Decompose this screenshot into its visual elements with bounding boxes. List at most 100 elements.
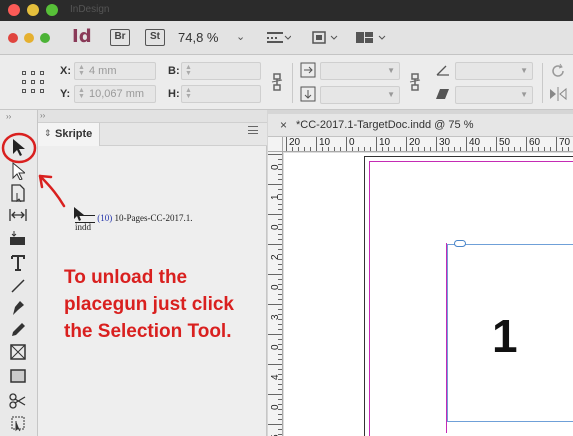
minimize-document-button[interactable] xyxy=(24,33,34,43)
rotate-clockwise-icon[interactable] xyxy=(550,63,566,79)
ruler-minor-tick xyxy=(532,147,533,151)
page-tool-icon[interactable] xyxy=(6,183,30,203)
ruler-minor-tick xyxy=(278,319,282,320)
width-stepper-icon[interactable]: ▲ ▼ xyxy=(185,64,192,77)
ruler-minor-tick xyxy=(278,379,282,380)
shear-angle-icon xyxy=(436,89,449,99)
panel-dock-bar: ›› xyxy=(38,110,267,123)
tab-skripte[interactable]: ⇕ Skripte xyxy=(38,123,100,146)
ruler-minor-tick xyxy=(278,164,282,165)
line-tool-icon[interactable] xyxy=(6,276,30,296)
close-window-button[interactable] xyxy=(8,4,20,16)
rectangle-frame-tool-icon[interactable] xyxy=(6,342,30,362)
arrange-documents-icon[interactable] xyxy=(354,29,388,46)
ruler-minor-tick xyxy=(278,234,282,235)
content-collector-icon[interactable] xyxy=(6,228,30,248)
ruler-major-tick xyxy=(406,137,407,151)
sort-arrows-icon: ⇕ xyxy=(44,128,52,138)
shear-angle-dropdown[interactable]: ▼ xyxy=(455,86,533,104)
vertical-ruler[interactable]: 0102030405 xyxy=(268,152,283,436)
ruler-minor-tick xyxy=(278,359,282,360)
bridge-button[interactable]: Br xyxy=(110,29,130,46)
y-position-field[interactable]: ▲ ▼ 10,067 mm xyxy=(74,85,156,103)
horizontal-ruler[interactable]: 20 10 0 10 20 30 40 50 60 70 xyxy=(283,137,573,152)
panel-menu-icon[interactable] xyxy=(248,126,258,134)
ruler-minor-tick xyxy=(442,147,443,151)
ruler-origin[interactable] xyxy=(268,137,283,152)
reference-point-icon[interactable] xyxy=(22,71,44,93)
y-stepper-icon[interactable]: ▲ ▼ xyxy=(78,87,85,100)
indesign-logo: Id xyxy=(72,26,92,47)
zoom-level[interactable]: 74,8 % xyxy=(178,30,218,45)
height-stepper-icon[interactable]: ▲ ▼ xyxy=(185,87,192,100)
ruler-minor-tick xyxy=(334,147,335,151)
view-options-icon[interactable] xyxy=(265,29,291,46)
ruler-minor-tick xyxy=(278,429,282,430)
ruler-minor-tick xyxy=(278,159,282,160)
height-field[interactable]: ▲ ▼ xyxy=(181,85,261,103)
ruler-minor-tick xyxy=(520,147,521,151)
ruler-minor-tick xyxy=(278,329,282,330)
control-divider xyxy=(542,63,543,103)
ruler-minor-tick xyxy=(278,284,282,285)
application-bar: Id Br St 74,8 % ⌄ xyxy=(0,21,573,55)
ruler-minor-tick xyxy=(278,204,282,205)
zoom-window-button[interactable] xyxy=(46,4,58,16)
free-transform-tool-icon[interactable] xyxy=(6,413,30,433)
width-label: B: xyxy=(168,65,180,77)
close-tab-icon[interactable]: × xyxy=(280,118,287,132)
zoom-chevron-down-icon[interactable]: ⌄ xyxy=(236,30,245,43)
width-field[interactable]: ▲ ▼ xyxy=(181,62,261,80)
constrain-proportions-icon[interactable] xyxy=(270,72,284,92)
rotation-angle-dropdown[interactable]: ▼ xyxy=(455,62,533,80)
scale-y-dropdown[interactable]: ▼ xyxy=(320,86,400,104)
pencil-tool-icon[interactable] xyxy=(6,320,30,340)
flip-horizontal-icon[interactable] xyxy=(548,86,568,102)
pasteboard[interactable]: 1 xyxy=(284,153,573,436)
ruler-minor-tick xyxy=(292,147,293,151)
direct-selection-tool-icon[interactable] xyxy=(6,161,30,181)
ruler-minor-tick xyxy=(278,189,282,190)
ruler-minor-tick xyxy=(278,354,282,355)
window-titlebar: InDesign xyxy=(0,0,573,21)
ruler-minor-tick xyxy=(460,147,461,151)
ruler-minor-tick xyxy=(278,259,282,260)
ruler-minor-tick xyxy=(278,389,282,390)
x-stepper-icon[interactable]: ▲ ▼ xyxy=(78,64,85,77)
zoom-document-button[interactable] xyxy=(40,33,50,43)
ruler-minor-tick xyxy=(394,147,395,151)
constrain-scale-icon[interactable] xyxy=(408,72,422,92)
minimize-window-button[interactable] xyxy=(27,4,39,16)
placegun-preview: (10) 10-Pages-CC-2017.1. indd xyxy=(75,214,193,232)
ruler-minor-tick xyxy=(304,147,305,151)
ruler-minor-tick xyxy=(400,147,401,151)
frame-link-badge-icon[interactable] xyxy=(454,240,466,247)
ruler-minor-tick xyxy=(278,174,282,175)
ruler-major-tick xyxy=(286,137,287,151)
collapse-arrows-icon[interactable]: ›› xyxy=(40,111,45,120)
document-window: × *CC-2017.1-TargetDoc.indd @ 75 % 20 10 0… xyxy=(268,110,573,436)
scissors-tool-icon[interactable] xyxy=(6,391,30,411)
scale-y-icon xyxy=(300,86,316,102)
x-position-field[interactable]: ▲ ▼ 4 mm xyxy=(74,62,156,80)
screen-mode-icon[interactable] xyxy=(310,29,338,46)
ruler-major-tick xyxy=(268,334,282,335)
stock-button[interactable]: St xyxy=(145,29,165,46)
rectangle-tool-icon[interactable] xyxy=(6,366,30,386)
pen-tool-icon[interactable] xyxy=(6,298,30,318)
ruler-minor-tick xyxy=(322,147,323,151)
type-tool-icon[interactable] xyxy=(6,253,30,273)
gap-tool-icon[interactable] xyxy=(6,205,30,225)
document-tab[interactable]: × *CC-2017.1-TargetDoc.indd @ 75 % xyxy=(268,114,573,137)
tab-skripte-label: Skripte xyxy=(55,128,93,140)
ruler-minor-tick xyxy=(388,147,389,151)
ruler-minor-tick xyxy=(278,199,282,200)
collapse-arrows-icon[interactable]: ›› xyxy=(6,112,11,121)
ruler-minor-tick xyxy=(278,169,282,170)
ruler-major-tick xyxy=(436,137,437,151)
ruler-major-tick xyxy=(268,364,282,365)
placegun-filename-line1: 10-Pages-CC-2017.1. xyxy=(114,213,193,223)
close-document-button[interactable] xyxy=(8,33,18,43)
scale-x-dropdown[interactable]: ▼ xyxy=(320,62,400,80)
ruler-minor-tick xyxy=(502,147,503,151)
